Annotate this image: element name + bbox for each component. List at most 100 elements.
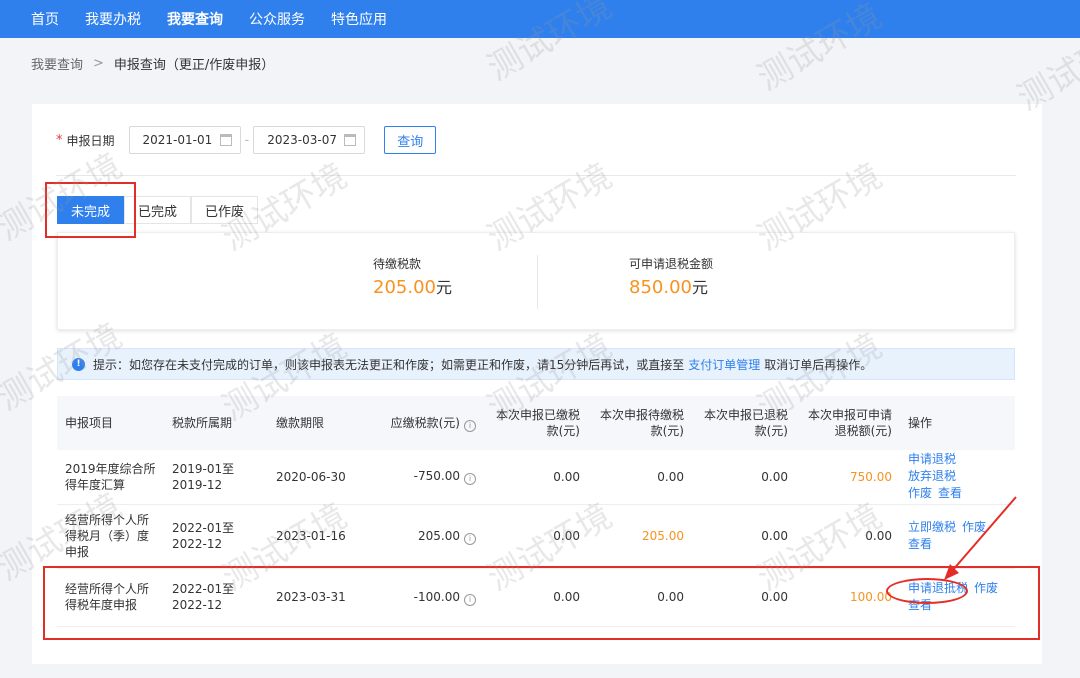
- payment-order-link[interactable]: 支付订单管理: [688, 356, 760, 373]
- col-header-paid: 本次申报已缴税款(元): [495, 408, 580, 438]
- cell-ops: 立即缴税 作废查看: [900, 504, 1015, 569]
- tab-completed[interactable]: 已完成: [124, 196, 192, 224]
- cell-deadline: 2023-03-31: [268, 568, 371, 627]
- cell-period: 2022-01至2022-12: [164, 568, 268, 627]
- cell-payable: 205.00 i: [371, 504, 484, 569]
- breadcrumb-separator: >: [93, 56, 104, 71]
- cell-paid: 0.00: [484, 450, 588, 505]
- refundable-unit: 元: [691, 278, 708, 297]
- cell-paid: 0.00: [484, 568, 588, 627]
- nav-home[interactable]: 首页: [31, 9, 59, 29]
- col-header-deadline: 缴款期限: [276, 416, 325, 430]
- date-filter: * 申报日期 2021-01-01 - 2023-03-07 查询: [56, 126, 437, 154]
- end-date-picker[interactable]: 2023-03-07: [253, 126, 366, 154]
- info-tooltip-icon[interactable]: i: [464, 532, 476, 545]
- date-range-separator: -: [244, 132, 250, 148]
- breadcrumb: 我要查询 > 申报查询（更正/作废申报）: [31, 54, 274, 73]
- cell-period: 2019-01至2019-12: [164, 450, 268, 505]
- pending-tax-summary: 待缴税款 205.00元: [373, 255, 452, 298]
- col-header-period: 税款所属期: [172, 416, 233, 430]
- required-mark: *: [56, 132, 63, 148]
- cell-ops: 申请退抵税 作废查看: [900, 568, 1015, 627]
- table-row: 经营所得个人所得税月（季）度申报 2022-01至2022-12 2023-01…: [57, 504, 1015, 569]
- tab-incomplete[interactable]: 未完成: [57, 196, 125, 224]
- info-icon: !: [72, 357, 85, 371]
- info-tooltip-icon[interactable]: i: [464, 473, 476, 486]
- cell-payable-value: 205.00: [418, 528, 460, 543]
- cell-payable-value: -100.00: [413, 589, 460, 604]
- table-row: 2019年度综合所得年度汇算 2019-01至2019-12 2020-06-3…: [57, 450, 1015, 505]
- summary-divider: [537, 255, 538, 309]
- col-header-refunded: 本次申报已退税款(元): [703, 408, 788, 438]
- date-filter-label: 申报日期: [66, 133, 115, 148]
- apply-refund-offset-link[interactable]: 申请退抵税: [908, 581, 968, 595]
- apply-refund-link[interactable]: 申请退税: [908, 452, 956, 466]
- cell-payable: -750.00 i: [371, 450, 484, 505]
- col-header-item: 申报项目: [65, 416, 114, 430]
- pending-tax-label: 待缴税款: [373, 257, 422, 271]
- cell-refundable: 0.00: [796, 504, 900, 569]
- top-nav: 首页 我要办税 我要查询 公众服务 特色应用: [0, 0, 1080, 38]
- void-link[interactable]: 作废: [974, 581, 998, 595]
- cell-refundable: 750.00: [796, 450, 900, 505]
- col-header-pending: 本次申报待缴税款(元): [599, 408, 684, 438]
- abandon-refund-link[interactable]: 放弃退税: [908, 469, 956, 483]
- cell-deadline: 2020-06-30: [268, 450, 371, 505]
- nav-query[interactable]: 我要查询: [167, 9, 223, 29]
- query-button[interactable]: 查询: [384, 126, 437, 154]
- cell-period: 2022-01至2022-12: [164, 504, 268, 569]
- notice-bar: ! 提示：如您存在未支付完成的订单，则该申报表无法更正和作废；如需更正和作废，请…: [57, 348, 1015, 380]
- refundable-value: 850.00: [629, 277, 692, 298]
- main-panel: * 申报日期 2021-01-01 - 2023-03-07 查询 未完成 已完…: [32, 104, 1042, 664]
- cell-pending: 0.00: [588, 450, 692, 505]
- cell-item: 2019年度综合所得年度汇算: [57, 450, 164, 505]
- cell-refunded: 0.00: [692, 450, 796, 505]
- calendar-icon: [344, 134, 357, 146]
- notice-suffix: 取消订单后再操作。: [764, 357, 873, 372]
- void-link[interactable]: 作废: [908, 486, 932, 500]
- cell-item: 经营所得个人所得税年度申报: [57, 568, 164, 627]
- breadcrumb-current: 申报查询（更正/作废申报）: [113, 58, 275, 73]
- info-tooltip-icon[interactable]: i: [464, 419, 476, 432]
- refundable-label: 可申请退税金额: [629, 257, 714, 271]
- divider: [56, 175, 1016, 176]
- pay-now-link[interactable]: 立即缴税: [908, 520, 956, 534]
- breadcrumb-root[interactable]: 我要查询: [31, 54, 83, 73]
- col-header-payable-label: 应缴税款(元): [390, 415, 460, 430]
- cell-pending: 0.00: [588, 568, 692, 627]
- refundable-amount: 850.00元: [629, 274, 713, 298]
- status-tabs: 未完成 已完成 已作废: [57, 196, 259, 224]
- nav-special-apps[interactable]: 特色应用: [331, 9, 387, 29]
- cell-refundable: 100.00: [796, 568, 900, 627]
- view-link[interactable]: 查看: [938, 486, 962, 500]
- view-link[interactable]: 查看: [908, 537, 932, 551]
- cell-ops: 申请退税放弃退税 作废 查看: [900, 450, 1015, 505]
- cell-deadline: 2023-01-16: [268, 504, 371, 569]
- start-date-picker[interactable]: 2021-01-01: [128, 126, 241, 154]
- col-header-payable: 应缴税款(元) i: [371, 396, 484, 450]
- end-date-value: 2023-03-07: [267, 133, 337, 147]
- col-header-refundable: 本次申报可申请退税额(元): [807, 408, 892, 438]
- cell-paid: 0.00: [484, 504, 588, 569]
- view-link[interactable]: 查看: [908, 598, 932, 612]
- table-row: 经营所得个人所得税年度申报 2022-01至2022-12 2023-03-31…: [57, 568, 1015, 627]
- notice-text: 提示：如您存在未支付完成的订单，则该申报表无法更正和作废；如需更正和作废，请15…: [93, 357, 685, 372]
- cell-payable: -100.00 i: [371, 568, 484, 627]
- pending-tax-amount: 205.00元: [373, 274, 452, 298]
- start-date-value: 2021-01-01: [142, 133, 213, 147]
- cell-item: 经营所得个人所得税月（季）度申报: [57, 504, 164, 569]
- nav-public-service[interactable]: 公众服务: [249, 9, 305, 29]
- table-header-row: 申报项目 税款所属期 缴款期限 应缴税款(元) i 本次申报已缴税款(元) 本次申…: [57, 396, 1015, 450]
- void-link[interactable]: 作废: [962, 520, 986, 534]
- tax-summary-card: 待缴税款 205.00元 可申请退税金额 850.00元: [57, 232, 1015, 330]
- cell-pending: 205.00: [588, 504, 692, 569]
- info-tooltip-icon[interactable]: i: [464, 593, 476, 606]
- nav-tax-handling[interactable]: 我要办税: [85, 9, 141, 29]
- pending-tax-value: 205.00: [373, 277, 436, 298]
- declaration-table: 申报项目 税款所属期 缴款期限 应缴税款(元) i 本次申报已缴税款(元) 本次申…: [57, 396, 1015, 627]
- calendar-icon: [219, 134, 232, 146]
- cell-payable-value: -750.00: [413, 469, 460, 484]
- col-header-ops: 操作: [908, 416, 933, 430]
- refundable-summary: 可申请退税金额 850.00元: [629, 255, 713, 298]
- tab-voided[interactable]: 已作废: [191, 196, 259, 224]
